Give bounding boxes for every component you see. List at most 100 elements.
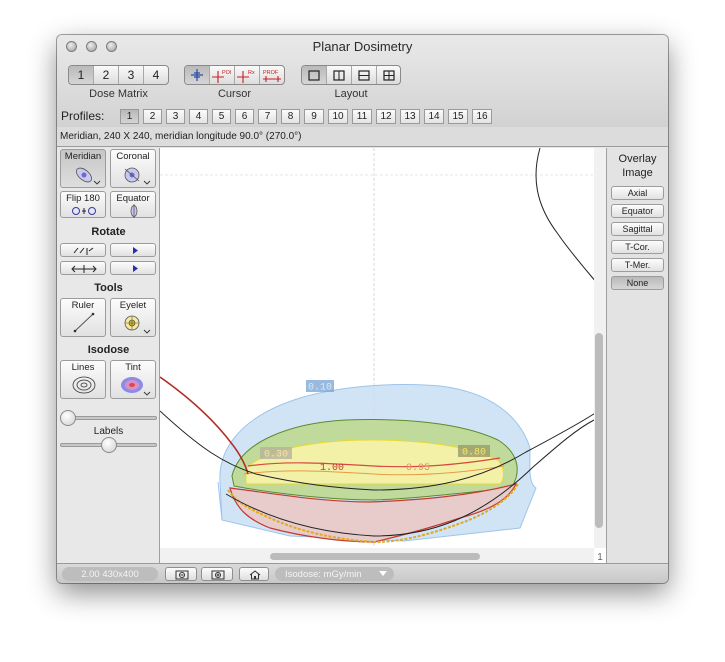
cursor-label: Cursor xyxy=(217,88,251,100)
profile-button-16[interactable]: 16 xyxy=(472,109,492,124)
label-right: 0.80 xyxy=(458,445,490,459)
profiles-label: Profiles: xyxy=(61,109,105,123)
rotate-horizontal-button[interactable] xyxy=(60,261,106,275)
equator-view-button[interactable]: Equator xyxy=(110,191,156,218)
overlay-panel: Overlay Image Axial Equator Sagittal T-C… xyxy=(606,148,668,563)
ruler-tool-button[interactable]: Ruler xyxy=(60,298,106,337)
profile-button-12[interactable]: 12 xyxy=(376,109,396,124)
coronal-eye-icon xyxy=(124,167,151,185)
profile-button-13[interactable]: 13 xyxy=(400,109,420,124)
dose-matrix-4-button[interactable]: 4 xyxy=(144,66,168,84)
svg-text:0.30: 0.30 xyxy=(264,450,288,461)
layout-two-columns-button[interactable] xyxy=(327,66,352,84)
zoom-in-button[interactable] xyxy=(201,567,233,581)
zoom-in-icon xyxy=(211,570,225,580)
overlay-title: Overlay Image xyxy=(607,152,668,180)
svg-text:0.10: 0.10 xyxy=(308,383,332,394)
eyelet-icon xyxy=(124,315,151,334)
rotate-arrows-icon xyxy=(73,247,94,255)
layout-single-button[interactable] xyxy=(302,66,327,84)
layout-four-grid-button[interactable] xyxy=(377,66,400,84)
equator-eye-icon xyxy=(130,204,138,218)
zoom-out-button[interactable] xyxy=(165,567,197,581)
poi-cursor-button[interactable]: POI xyxy=(210,66,235,84)
profile-button-5[interactable]: 5 xyxy=(212,109,231,124)
layout-two-rows-button[interactable] xyxy=(352,66,377,84)
rotate-ccw-button[interactable] xyxy=(60,243,106,257)
home-icon xyxy=(249,570,261,580)
profile-button-8[interactable]: 8 xyxy=(281,109,300,124)
play-right-icon xyxy=(133,247,138,254)
profile-button-1[interactable]: 1 xyxy=(120,109,139,124)
overlay-title-line2: Image xyxy=(622,167,653,179)
opacity-slider-knob[interactable] xyxy=(60,410,76,426)
profile-button-7[interactable]: 7 xyxy=(258,109,277,124)
isodose-lines-button[interactable]: Lines xyxy=(60,360,106,399)
zoom-readout: 2.00 430x400 xyxy=(62,567,158,581)
eyelet-tool-button[interactable]: Eyelet xyxy=(110,298,156,337)
profile-button-2[interactable]: 2 xyxy=(143,109,162,124)
vertical-scrollbar-thumb[interactable] xyxy=(595,333,603,528)
coronal-view-button[interactable]: Coronal xyxy=(110,149,156,188)
profile-button-9[interactable]: 9 xyxy=(304,109,324,124)
four-grid-icon xyxy=(382,69,395,81)
overlay-tcor-button[interactable]: T-Cor. xyxy=(611,240,664,254)
meridian-view-button[interactable]: Meridian xyxy=(60,149,106,188)
profile-button-15[interactable]: 15 xyxy=(448,109,468,124)
dose-matrix-2-button[interactable]: 2 xyxy=(94,66,119,84)
overlay-title-line1: Overlay xyxy=(618,153,657,165)
flip-icon xyxy=(72,207,96,215)
svg-text:PROF: PROF xyxy=(263,70,279,76)
svg-text:POI: POI xyxy=(222,70,232,76)
horizontal-scrollbar-thumb[interactable] xyxy=(270,553,480,560)
layout-selector xyxy=(301,65,401,85)
overlay-equator-button[interactable]: Equator xyxy=(611,204,664,218)
label-outer: 0.10 xyxy=(306,380,334,394)
tools-title: Tools xyxy=(94,282,123,294)
profile-button-3[interactable]: 3 xyxy=(166,109,185,124)
overlay-tmer-button[interactable]: T-Mer. xyxy=(611,258,664,272)
home-button[interactable] xyxy=(239,567,269,581)
cursor-selector: POI Rx PROF xyxy=(184,65,285,85)
rotate-cw-button[interactable] xyxy=(110,243,156,257)
crosshair-cursor-button[interactable] xyxy=(185,66,210,84)
isodose-tint-button[interactable]: Tint xyxy=(110,360,156,399)
zoom-out-icon xyxy=(175,570,189,580)
labels-slider-knob[interactable] xyxy=(100,437,117,453)
overlay-none-button[interactable]: None xyxy=(611,276,664,290)
window-title: Planar Dosimetry xyxy=(312,39,413,54)
horizontal-arrows-icon xyxy=(71,265,97,273)
overlay-sagittal-button[interactable]: Sagittal xyxy=(611,222,664,236)
two-rows-icon xyxy=(358,69,370,81)
status-bar: 2.00 430x400 Isodose: mGy/min xyxy=(57,563,668,583)
label-mid: 0.95 xyxy=(406,463,430,474)
profile-button-11[interactable]: 11 xyxy=(352,109,372,124)
ruler-icon xyxy=(73,312,95,333)
profile-cursor-button[interactable]: PROF xyxy=(260,66,284,84)
rx-cursor-icon: Rx xyxy=(237,70,255,83)
title-toolbar: Planar Dosimetry 1 2 3 4 Dose Matrix POI… xyxy=(57,35,668,140)
profile-button-4[interactable]: 4 xyxy=(189,109,208,124)
isodose-tint-icon xyxy=(121,377,151,396)
single-view-icon xyxy=(308,69,320,81)
rx-cursor-button[interactable]: Rx xyxy=(235,66,260,84)
left-tool-panel: Meridian Coronal Flip 180 Equator Rotate… xyxy=(57,148,160,563)
dose-matrix-3-button[interactable]: 3 xyxy=(119,66,144,84)
isodose-plot[interactable]: 0.10 0.30 0.80 1.00 0.95 1 xyxy=(160,148,606,563)
profile-cursor-icon: PROF xyxy=(263,70,281,82)
layout-label: Layout xyxy=(334,88,368,100)
profile-button-14[interactable]: 14 xyxy=(424,109,444,124)
dose-matrix-label: Dose Matrix xyxy=(89,88,148,100)
dose-matrix-1-button[interactable]: 1 xyxy=(69,66,94,84)
isodose-units-popup[interactable]: Isodose: mGy/min xyxy=(275,567,394,581)
profile-button-6[interactable]: 6 xyxy=(235,109,254,124)
overlay-axial-button[interactable]: Axial xyxy=(611,186,664,200)
profile-button-10[interactable]: 10 xyxy=(328,109,348,124)
two-columns-icon xyxy=(333,69,345,81)
dose-plot-canvas[interactable]: 0.10 0.30 0.80 1.00 0.95 1 xyxy=(160,148,606,563)
rotate-step-button[interactable] xyxy=(110,261,156,275)
scrollbar-page-number: 1 xyxy=(597,552,603,563)
flip-180-button[interactable]: Flip 180 xyxy=(60,191,106,218)
chevron-down-icon xyxy=(379,571,387,576)
play-right-icon-2 xyxy=(133,265,138,272)
